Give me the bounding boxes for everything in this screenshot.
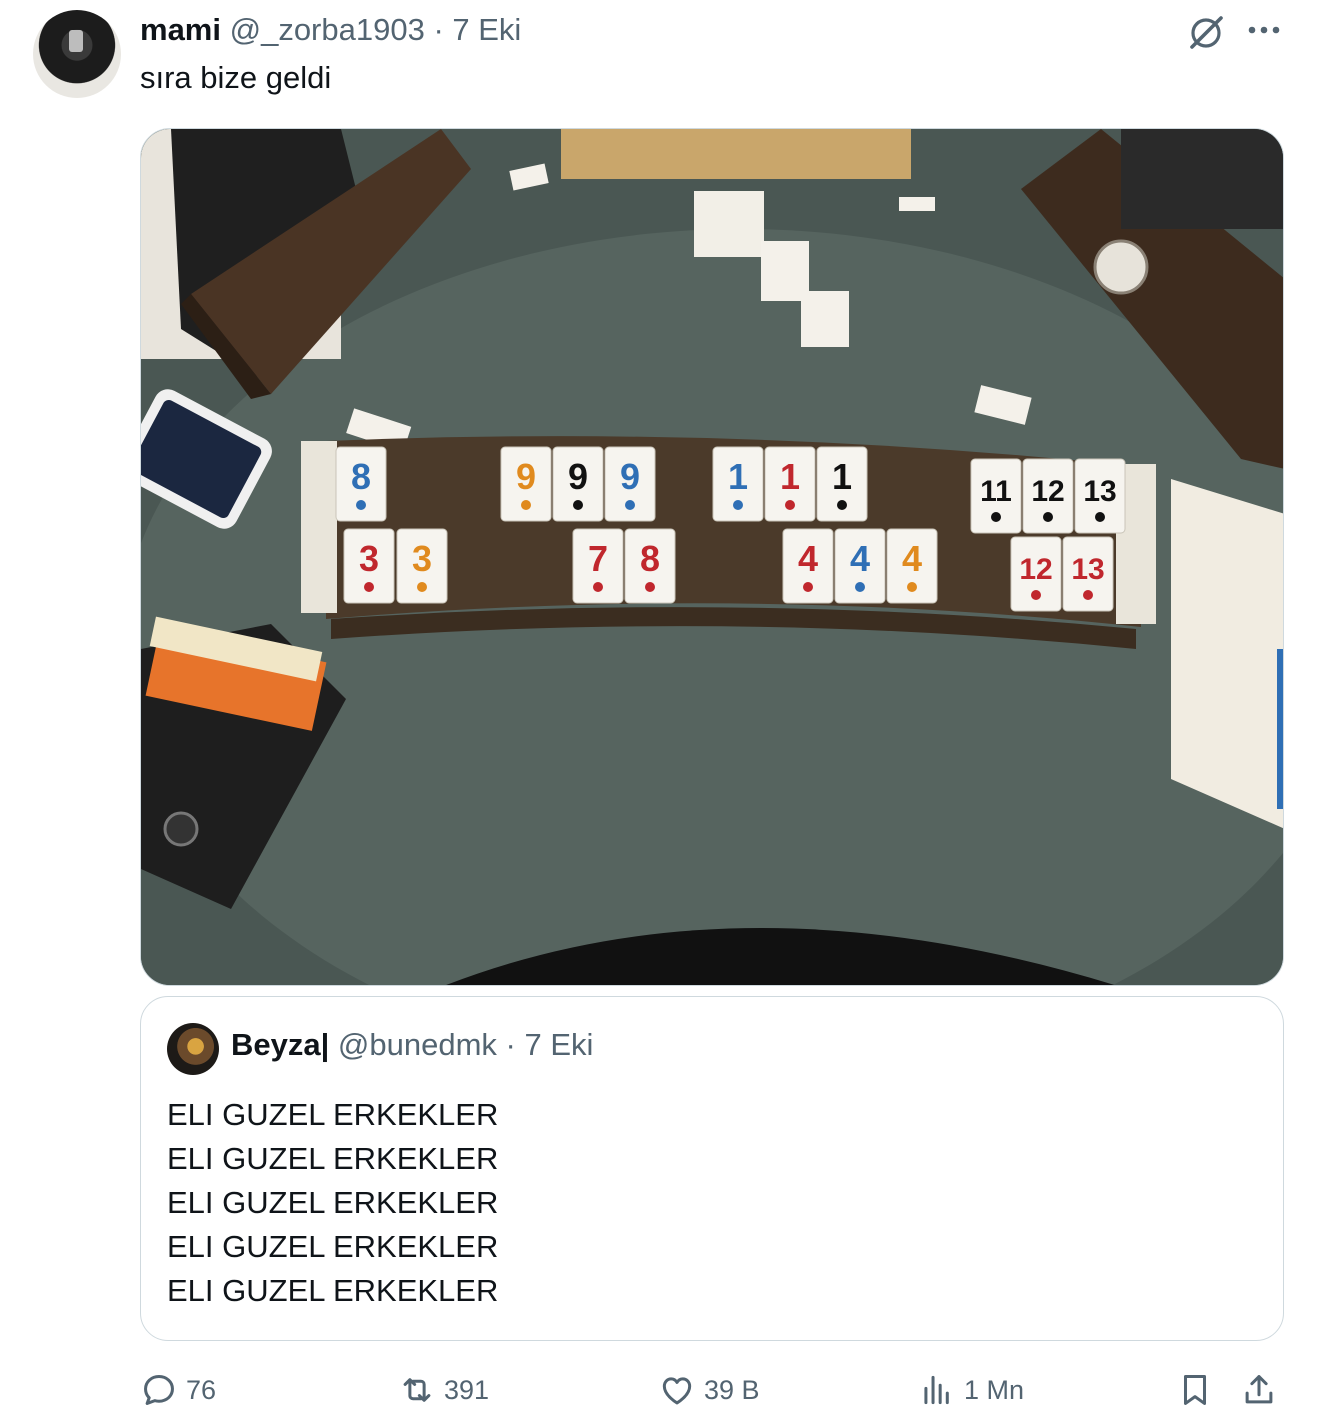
action-bar: 76 391 39 B 1 Mn bbox=[140, 1366, 1290, 1414]
rack-tile-number: 3 bbox=[359, 538, 379, 579]
rack-tile-bottom-8: 13 bbox=[1062, 536, 1114, 612]
rack-tile-top-7: 11 bbox=[970, 458, 1022, 534]
rack-tile-number: 3 bbox=[412, 538, 432, 579]
bookmark-icon bbox=[1183, 1375, 1207, 1405]
rack-tile-top-1: 9 bbox=[500, 446, 552, 522]
rack-tile-number: 7 bbox=[588, 538, 608, 579]
quoted-tweet-text: ELI GUZEL ERKEKLER ELI GUZEL ERKEKLER EL… bbox=[167, 1093, 498, 1313]
rack-tile-top-9: 13 bbox=[1074, 458, 1126, 534]
tweet-header: mami @_zorba1903 · 7 Eki bbox=[140, 12, 521, 48]
rack-tile-top-4: 1 bbox=[712, 446, 764, 522]
repost-button[interactable]: 391 bbox=[398, 1366, 489, 1414]
rack-tile-number: 8 bbox=[351, 456, 371, 497]
quoted-text-line: ELI GUZEL ERKEKLER bbox=[167, 1097, 499, 1132]
quoted-author-avatar[interactable] bbox=[167, 1023, 219, 1075]
rack-tile-top-0: 8 bbox=[335, 446, 387, 522]
tweet-text: sıra bize geldi bbox=[140, 60, 332, 95]
rack-tile-bottom-1: 3 bbox=[396, 528, 448, 604]
quoted-tweet-header: Beyza| @bunedmk · 7 Eki bbox=[231, 1027, 593, 1063]
like-icon bbox=[662, 1377, 692, 1405]
quoted-text-line: ELI GUZEL ERKEKLER bbox=[167, 1141, 499, 1176]
rack-tile-top-3: 9 bbox=[604, 446, 656, 522]
rack-tile-bottom-3: 8 bbox=[624, 528, 676, 604]
grok-icon[interactable] bbox=[1186, 12, 1226, 52]
tweet-date[interactable]: 7 Eki bbox=[452, 12, 521, 47]
reply-icon bbox=[144, 1375, 174, 1405]
repost-icon bbox=[403, 1378, 431, 1402]
like-count: 39 B bbox=[704, 1374, 760, 1405]
view-count: 1 Mn bbox=[964, 1374, 1025, 1405]
rack-tile-top-8: 12 bbox=[1022, 458, 1074, 534]
rack-tile-number: 11 bbox=[980, 475, 1012, 508]
repost-count: 391 bbox=[444, 1374, 490, 1405]
tweet-photo[interactable]: 8 9 9 9 1 1 1 11 12 13 3 3 7 8 4 4 4 12 13 bbox=[140, 128, 1284, 986]
rack-tile-number: 1 bbox=[780, 456, 800, 497]
rack-tile-number: 9 bbox=[620, 456, 640, 497]
views-button[interactable]: 1 Mn bbox=[918, 1366, 1024, 1414]
quoted-date[interactable]: 7 Eki bbox=[525, 1027, 594, 1062]
rack-tile-bottom-4: 4 bbox=[782, 528, 834, 604]
reply-count: 76 bbox=[186, 1374, 217, 1405]
rack-tile-number: 4 bbox=[850, 538, 870, 579]
views-icon bbox=[924, 1375, 949, 1405]
rack-tile-number: 4 bbox=[798, 538, 818, 579]
quoted-text-line: ELI GUZEL ERKEKLER bbox=[167, 1273, 499, 1308]
quoted-separator: · bbox=[505, 1027, 516, 1062]
quoted-text-line: ELI GUZEL ERKEKLER bbox=[167, 1185, 499, 1220]
rack-tile-number: 8 bbox=[640, 538, 660, 579]
rack-tile-number: 13 bbox=[1083, 475, 1116, 508]
header-separator: · bbox=[433, 12, 444, 47]
author-avatar[interactable] bbox=[33, 10, 121, 98]
author-handle[interactable]: @_zorba1903 bbox=[230, 12, 425, 47]
rack-tile-number: 4 bbox=[902, 538, 922, 579]
quoted-tweet[interactable]: Beyza| @bunedmk · 7 Eki ELI GUZEL ERKEKL… bbox=[140, 996, 1284, 1341]
rack-tile-number: 9 bbox=[516, 456, 536, 497]
quoted-text-line: ELI GUZEL ERKEKLER bbox=[167, 1229, 499, 1264]
quoted-display-name[interactable]: Beyza| bbox=[231, 1027, 329, 1062]
rack-tile-bottom-0: 3 bbox=[343, 528, 395, 604]
rack-tile-bottom-5: 4 bbox=[834, 528, 886, 604]
more-icon[interactable] bbox=[1244, 10, 1284, 50]
rack-tile-number: 12 bbox=[1019, 553, 1052, 586]
share-icon bbox=[1245, 1375, 1273, 1404]
like-button[interactable]: 39 B bbox=[658, 1366, 760, 1414]
rack-tile-number: 12 bbox=[1031, 475, 1064, 508]
rack-tile-bottom-2: 7 bbox=[572, 528, 624, 604]
author-display-name[interactable]: mami bbox=[140, 12, 221, 47]
rack-tile-number: 9 bbox=[568, 456, 588, 497]
quoted-handle[interactable]: @bunedmk bbox=[338, 1027, 497, 1062]
rack-tile-number: 1 bbox=[728, 456, 748, 497]
rack-tile-top-5: 1 bbox=[764, 446, 816, 522]
rack-tile-top-6: 1 bbox=[816, 446, 868, 522]
reply-button[interactable]: 76 bbox=[140, 1366, 216, 1414]
rack-tile-number: 1 bbox=[832, 456, 852, 497]
bookmark-button[interactable] bbox=[1176, 1366, 1222, 1414]
rack-tile-number: 13 bbox=[1071, 553, 1104, 586]
rack-tile-bottom-6: 4 bbox=[886, 528, 938, 604]
share-button[interactable] bbox=[1240, 1366, 1286, 1414]
rack-tile-bottom-7: 12 bbox=[1010, 536, 1062, 612]
rack-tile-top-2: 9 bbox=[552, 446, 604, 522]
